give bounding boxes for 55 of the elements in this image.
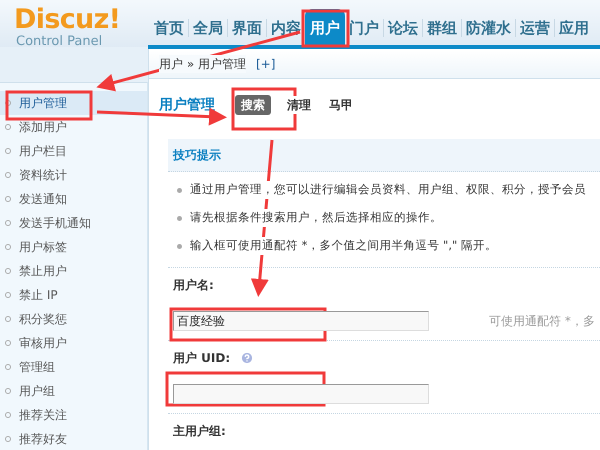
- bullet-icon: [5, 220, 11, 226]
- sidebar-item[interactable]: 资料统计: [0, 163, 147, 187]
- nav-tab[interactable]: 论坛: [384, 9, 422, 47]
- sidebar-item[interactable]: 禁止用户: [0, 259, 147, 283]
- bullet-icon: [5, 436, 11, 442]
- field-label: 用户名:: [173, 277, 214, 294]
- field-label: 用户 UID:: [173, 350, 230, 367]
- bullet-icon: [5, 292, 11, 298]
- nav-tab[interactable]: 首页: [150, 9, 188, 47]
- sidebar-item[interactable]: 管理组: [0, 355, 147, 379]
- section-tab[interactable]: 搜索: [235, 95, 271, 115]
- sidebar-item[interactable]: 用户组: [0, 379, 147, 403]
- sidebar-item[interactable]: 禁止 IP: [0, 283, 147, 307]
- bullet-icon: [5, 172, 11, 178]
- nav-tab[interactable]: 群组: [423, 9, 461, 47]
- bullet-icon: [5, 196, 11, 202]
- nav-tab[interactable]: 运营: [516, 9, 554, 47]
- text-input-field[interactable]: 百度经验: [173, 311, 429, 331]
- bullet-icon: [5, 244, 11, 250]
- nav-tab[interactable]: 门户: [345, 9, 383, 47]
- bullet-icon: [5, 316, 11, 322]
- sidebar-item[interactable]: 推荐好友: [0, 427, 147, 450]
- sidebar-item[interactable]: 发送通知: [0, 187, 147, 211]
- sidebar-item[interactable]: 积分奖惩: [0, 307, 147, 331]
- nav-tab[interactable]: 界面: [228, 9, 266, 47]
- bullet-icon: [5, 340, 11, 346]
- field-label: 主用户组:: [173, 423, 226, 440]
- bullet-icon: [177, 216, 182, 220]
- logo-subtitle: Control Panel: [15, 34, 104, 50]
- nav-tab[interactable]: 防灌水: [462, 9, 515, 47]
- nav-tab[interactable]: 应用: [555, 9, 593, 47]
- sidebar-item[interactable]: 添加用户: [0, 115, 147, 139]
- bullet-icon: [177, 244, 182, 248]
- text-input-field[interactable]: [173, 384, 429, 404]
- tips-title: 技巧提示: [173, 147, 221, 164]
- help-icon[interactable]: [240, 351, 254, 365]
- bullet-icon: [5, 124, 11, 130]
- sidebar-item[interactable]: 推荐关注: [0, 403, 147, 427]
- breadcrumb: 用户 » 用户管理: [159, 54, 246, 72]
- bullet-icon: [5, 148, 11, 154]
- sidebar-item[interactable]: 发送手机通知: [0, 211, 147, 235]
- sidebar-item[interactable]: 用户标签: [0, 235, 147, 259]
- bullet-icon: [5, 364, 11, 370]
- tip-text: 通过用户管理，您可以进行编辑会员资料、用户组、权限、积分，授予会员: [190, 181, 586, 199]
- bullet-icon: [177, 188, 182, 192]
- bullet-icon: [5, 412, 11, 418]
- nav-tab[interactable]: 全局: [189, 9, 227, 47]
- field-hint: 可使用通配符 *，多: [489, 313, 595, 330]
- add-link[interactable]: [+]: [256, 54, 276, 72]
- bullet-icon: [5, 268, 11, 274]
- logo-title: Discuz!: [14, 6, 122, 34]
- sidebar-item[interactable]: 用户栏目: [0, 139, 147, 163]
- sidebar-item[interactable]: 审核用户: [0, 331, 147, 355]
- highlight-frame: [302, 10, 350, 48]
- bullet-icon: [5, 388, 11, 394]
